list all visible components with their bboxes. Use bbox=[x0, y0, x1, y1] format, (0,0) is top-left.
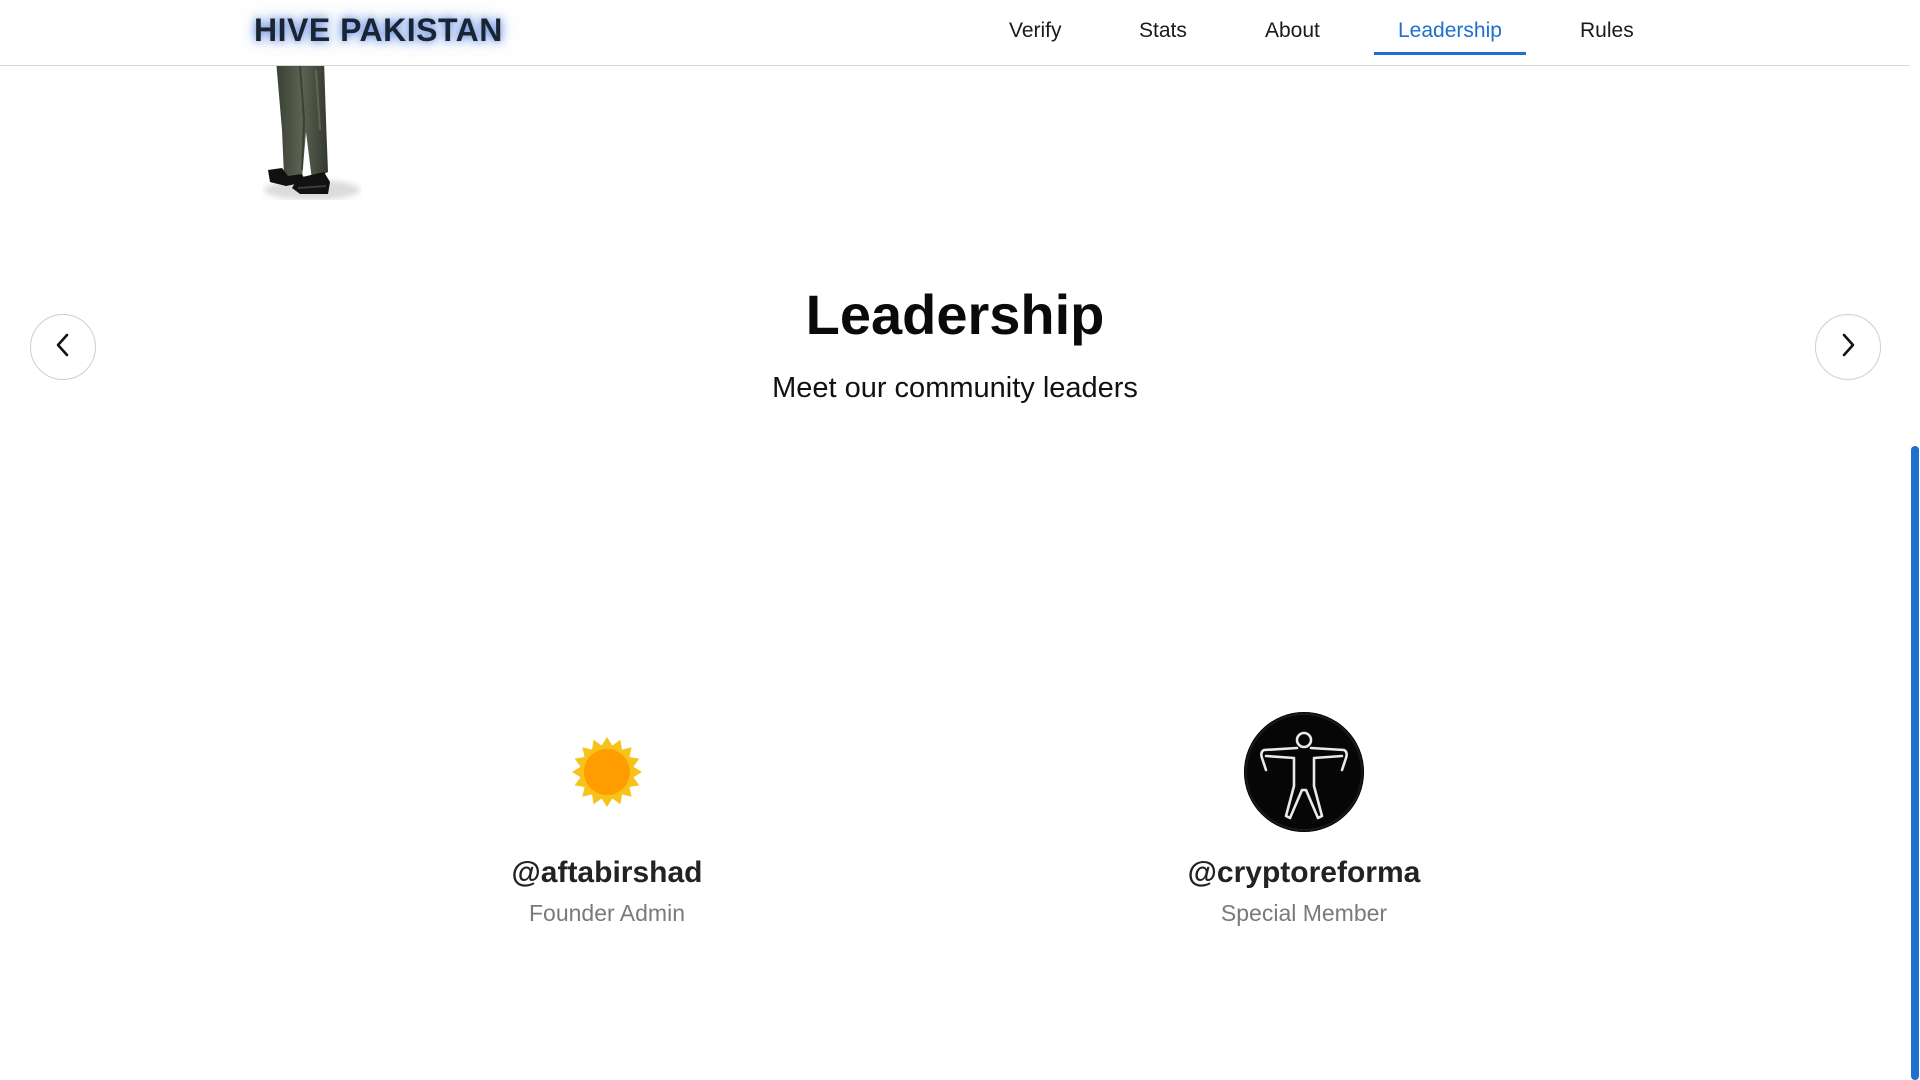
active-nav-underline bbox=[1374, 52, 1526, 55]
human-figure-avatar bbox=[1244, 712, 1364, 832]
leader-card[interactable]: @cryptoreforma Special Member bbox=[1084, 712, 1524, 927]
avatar bbox=[547, 712, 667, 832]
nav-link-rules[interactable]: Rules bbox=[1580, 19, 1634, 43]
nav-link-about[interactable]: About bbox=[1265, 19, 1320, 43]
carousel-prev-button[interactable] bbox=[30, 314, 96, 380]
page: HIVE PAKISTAN Verify Stats About Leaders… bbox=[0, 0, 1920, 1080]
leader-handle[interactable]: @aftabirshad bbox=[387, 856, 827, 890]
standing-figure-image bbox=[262, 60, 362, 200]
top-navbar: HIVE PAKISTAN Verify Stats About Leaders… bbox=[0, 0, 1910, 66]
leader-role: Special Member bbox=[1220, 900, 1388, 926]
chevron-right-icon bbox=[1838, 333, 1858, 362]
chevron-left-icon bbox=[53, 333, 73, 362]
leader-handle[interactable]: @cryptoreforma bbox=[1084, 856, 1524, 890]
section-subtitle: Meet our community leaders bbox=[772, 372, 1138, 404]
sun-icon bbox=[547, 737, 667, 836]
section-title: Leadership bbox=[805, 283, 1105, 346]
nav-link-stats[interactable]: Stats bbox=[1139, 19, 1187, 43]
avatar bbox=[1244, 712, 1364, 832]
scrollbar-thumb[interactable] bbox=[1911, 446, 1919, 1080]
nav-link-leadership[interactable]: Leadership bbox=[1398, 19, 1502, 43]
leader-role: Founder Admin bbox=[529, 900, 685, 926]
carousel-next-button[interactable] bbox=[1815, 314, 1881, 380]
leader-card[interactable]: @aftabirshad Founder Admin bbox=[387, 712, 827, 927]
nav-link-verify[interactable]: Verify bbox=[1009, 19, 1062, 43]
brand-logo[interactable]: HIVE PAKISTAN bbox=[254, 12, 503, 49]
